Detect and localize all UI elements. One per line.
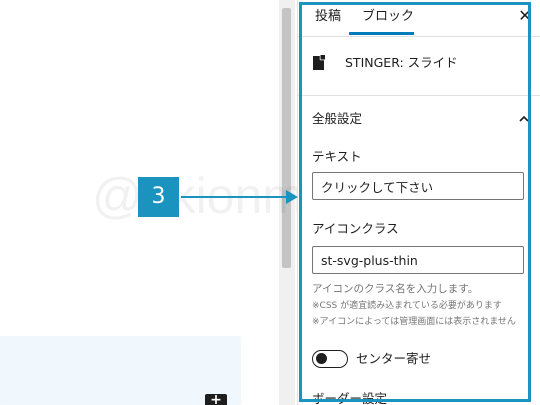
annotation-arrow-line bbox=[181, 196, 288, 198]
annotation-highlight-frame bbox=[299, 2, 531, 402]
annotation-arrowhead bbox=[286, 190, 298, 204]
step-number-badge: 3 bbox=[138, 177, 179, 217]
add-block-icon[interactable]: + bbox=[205, 393, 227, 405]
scrollbar-thumb[interactable] bbox=[282, 8, 291, 268]
